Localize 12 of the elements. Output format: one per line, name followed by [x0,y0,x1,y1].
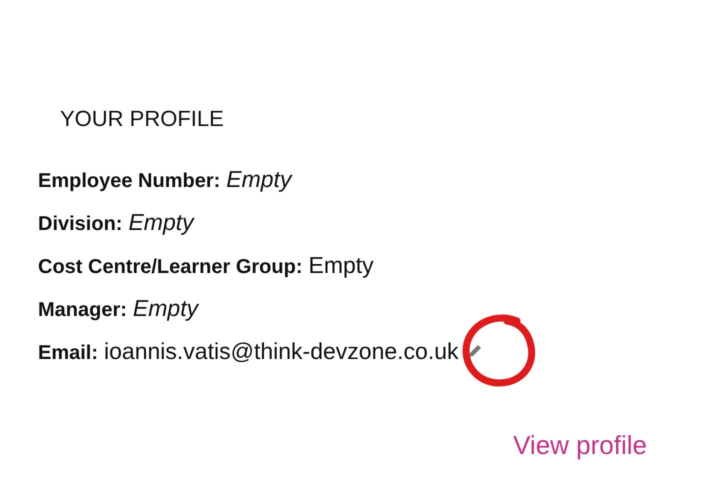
field-label: Employee Number: [38,169,220,194]
section-title: YOUR PROFILE [60,106,225,132]
field-label: Division: [38,212,122,237]
field-value: Empty [308,252,374,278]
field-label: Manager: [38,298,127,323]
field-value: Empty [132,295,198,321]
field-value: Empty [226,166,292,192]
field-value: ioannis.vatis@think-devzone.co.uk [104,338,459,364]
field-label: Cost Centre/Learner Group: [38,255,302,280]
field-value: Empty [128,209,194,235]
view-profile-link[interactable]: View profile [513,430,647,461]
field-label: Email: [38,341,98,366]
